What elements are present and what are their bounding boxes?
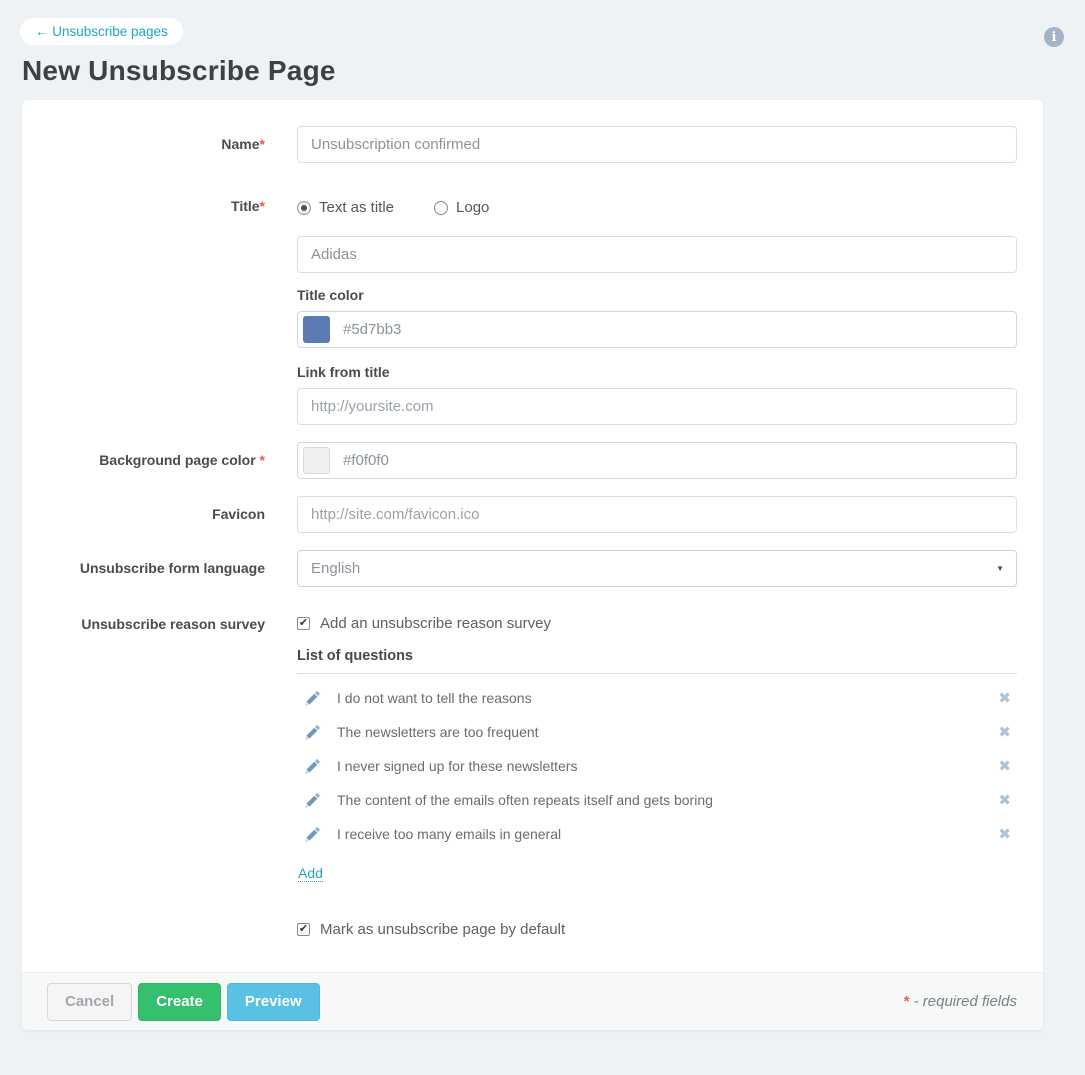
title-label: Title*: [47, 190, 297, 425]
default-page-checkbox[interactable]: ✔: [297, 923, 310, 936]
edit-pencil-icon[interactable]: [305, 724, 321, 740]
radio-logo[interactable]: Logo: [434, 199, 489, 216]
question-row: I do not want to tell the reasons ✖: [297, 681, 1017, 715]
survey-checkbox[interactable]: ✔: [297, 617, 310, 630]
remove-question-icon[interactable]: ✖: [998, 827, 1011, 842]
question-row: I receive too many emails in general ✖: [297, 817, 1017, 851]
radio-text-as-title-circle[interactable]: [297, 201, 311, 215]
title-color-input[interactable]: [297, 311, 1017, 348]
radio-text-as-title[interactable]: Text as title: [297, 199, 394, 216]
name-label: Name*: [47, 126, 297, 163]
remove-question-icon[interactable]: ✖: [998, 725, 1011, 740]
question-row: The newsletters are too frequent ✖: [297, 715, 1017, 749]
survey-checkbox-label: Add an unsubscribe reason survey: [320, 615, 551, 632]
chevron-down-icon: ▼: [996, 564, 1004, 573]
remove-question-icon[interactable]: ✖: [998, 759, 1011, 774]
page-header: ← Unsubscribe pages i New Unsubscribe Pa…: [0, 0, 1085, 87]
required-asterisk: *: [260, 198, 265, 214]
survey-checkbox-row[interactable]: ✔ Add an unsubscribe reason survey: [297, 606, 1017, 632]
title-color-swatch[interactable]: [303, 316, 330, 343]
edit-pencil-icon[interactable]: [305, 826, 321, 842]
remove-question-icon[interactable]: ✖: [998, 793, 1011, 808]
background-page-color-label: Background page color *: [47, 442, 297, 479]
required-asterisk: *: [260, 452, 265, 468]
radio-text-as-title-label: Text as title: [319, 199, 394, 216]
background-color-value-input[interactable]: [343, 452, 1003, 469]
list-divider: [297, 673, 1017, 674]
title-type-radio-group: Text as title Logo: [297, 190, 1017, 216]
question-row: I never signed up for these newsletters …: [297, 749, 1017, 783]
question-text: I do not want to tell the reasons: [337, 690, 998, 706]
required-fields-note: * - required fields: [904, 993, 1017, 1010]
link-from-title-label: Link from title: [297, 364, 1017, 380]
add-question-link[interactable]: Add: [298, 865, 323, 882]
preview-button[interactable]: Preview: [227, 983, 320, 1021]
title-color-value-input[interactable]: [343, 321, 1003, 338]
language-select-value: English: [311, 560, 996, 577]
edit-pencil-icon[interactable]: [305, 792, 321, 808]
remove-question-icon[interactable]: ✖: [998, 691, 1011, 706]
title-color-label: Title color: [297, 287, 1017, 303]
form-card: Name* Title* Text as title Logo: [22, 100, 1043, 1030]
check-icon: ✔: [299, 923, 308, 934]
background-color-swatch[interactable]: [303, 447, 330, 474]
question-text: I receive too many emails in general: [337, 826, 998, 842]
question-text: I never signed up for these newsletters: [337, 758, 998, 774]
background-color-input[interactable]: [297, 442, 1017, 479]
radio-logo-label: Logo: [456, 199, 489, 216]
list-of-questions-title: List of questions: [297, 648, 1017, 664]
edit-pencil-icon[interactable]: [305, 690, 321, 706]
default-page-checkbox-row[interactable]: ✔ Mark as unsubscribe page by default: [297, 911, 1017, 938]
favicon-input[interactable]: [297, 496, 1017, 533]
edit-pencil-icon[interactable]: [305, 758, 321, 774]
link-from-title-input[interactable]: [297, 388, 1017, 425]
page-title: New Unsubscribe Page: [22, 55, 1063, 87]
title-text-input[interactable]: [297, 236, 1017, 273]
info-icon[interactable]: i: [1044, 27, 1064, 47]
language-label: Unsubscribe form language: [47, 550, 297, 587]
radio-logo-circle[interactable]: [434, 201, 448, 215]
default-page-checkbox-label: Mark as unsubscribe page by default: [320, 921, 565, 938]
language-select[interactable]: English ▼: [297, 550, 1017, 587]
question-row: The content of the emails often repeats …: [297, 783, 1017, 817]
cancel-button[interactable]: Cancel: [47, 983, 132, 1021]
form-footer: Cancel Create Preview * - required field…: [22, 972, 1043, 1030]
create-button[interactable]: Create: [138, 983, 221, 1021]
check-icon: ✔: [299, 617, 308, 628]
favicon-label: Favicon: [47, 496, 297, 533]
back-to-unsubscribe-pages-button[interactable]: ← Unsubscribe pages: [20, 18, 183, 45]
question-text: The newsletters are too frequent: [337, 724, 998, 740]
required-asterisk: *: [260, 136, 265, 152]
survey-label: Unsubscribe reason survey: [47, 606, 297, 938]
name-input[interactable]: [297, 126, 1017, 163]
question-text: The content of the emails often repeats …: [337, 792, 998, 808]
